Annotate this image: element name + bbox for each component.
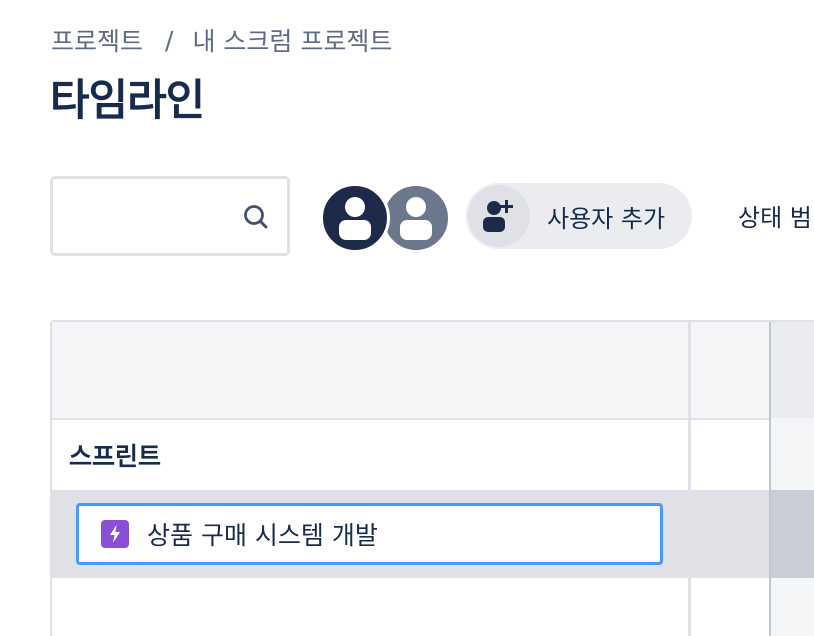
epic-card[interactable]: 상품 구매 시스템 개발 — [76, 503, 663, 565]
add-user-label: 사용자 추가 — [547, 204, 666, 233]
breadcrumb: 프로젝트 / 내 스크럼 프로젝트 — [51, 22, 392, 58]
search-icon[interactable] — [240, 201, 272, 233]
timeline-header — [52, 322, 814, 420]
lightning-icon — [101, 520, 129, 548]
breadcrumb-separator: / — [165, 25, 174, 55]
add-user-icon-wrap — [468, 185, 530, 247]
breadcrumb-item-project[interactable]: 내 스크럼 프로젝트 — [192, 22, 392, 58]
page-title: 타임라인 — [50, 76, 205, 126]
add-user-icon — [483, 200, 513, 232]
user-icon — [339, 197, 371, 240]
add-user-button[interactable]: 사용자 추가 — [466, 183, 692, 249]
timeline-header-month — [771, 322, 814, 418]
search-input[interactable] — [61, 187, 235, 247]
column-divider — [769, 322, 771, 636]
epic-title: 상품 구매 시스템 개발 — [147, 521, 378, 550]
status-filter-button[interactable]: 상태 범 — [738, 198, 812, 233]
user-icon — [400, 197, 432, 240]
timeline-page: 프로젝트 / 내 스크럼 프로젝트 타임라인 사용자 추가 상태 범 스프린트 … — [0, 0, 814, 636]
breadcrumb-item-projects[interactable]: 프로젝트 — [51, 22, 143, 58]
epic-row-timeline-cell[interactable] — [771, 490, 814, 578]
avatar-user-2[interactable] — [381, 183, 451, 253]
sprint-label: 스프린트 — [69, 442, 162, 471]
timeline-grid: 스프린트 상품 구매 시스템 개발 — [50, 320, 814, 636]
search-box[interactable] — [50, 176, 290, 256]
avatar-user-1[interactable] — [320, 183, 390, 253]
column-divider[interactable] — [688, 322, 691, 636]
